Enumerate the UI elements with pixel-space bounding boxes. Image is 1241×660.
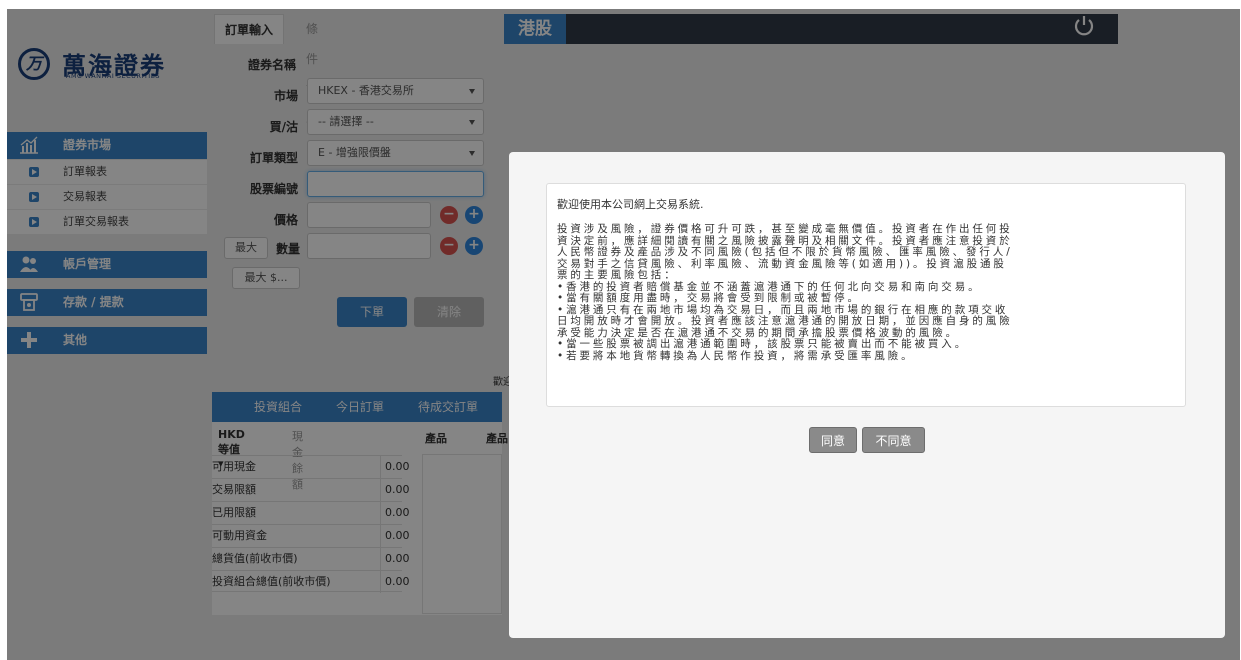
disclaimer-modal: 歡迎使用本公司網上交易系統. 投資涉及風險，證券價格可升可跌，甚至變成毫無價值。… — [509, 152, 1225, 638]
disclaimer-line: •當一些股票被調出滬港通範圍時，該股票只能被賣出而不能被買入。 — [557, 338, 969, 350]
disclaimer-line: 票的主要風險包括： — [557, 269, 678, 281]
disclaimer-line: 日均開放時才會開放。投資者應該注意滬港通的開放日期，並因應自身的風險 — [557, 315, 1013, 327]
disclaimer-text-box: 歡迎使用本公司網上交易系統. 投資涉及風險，證券價格可升可跌，甚至變成毫無價值。… — [546, 183, 1186, 407]
disclaimer-line: 人民幣證券及產品涉及不同風險(包括但不限於貨幣風險、匯率風險、發行人/ — [557, 246, 1013, 258]
disagree-button[interactable]: 不同意 — [862, 427, 925, 453]
disclaimer-body: 投資涉及風險，證券價格可升可跌，甚至變成毫無價值。投資者在作出任何投 資決定前，… — [557, 223, 1175, 362]
agree-button[interactable]: 同意 — [809, 427, 857, 453]
disclaimer-intro: 歡迎使用本公司網上交易系統. — [557, 198, 704, 211]
disclaimer-line: 投資涉及風險，證券價格可升可跌，甚至變成毫無價值。投資者在作出任何投 — [557, 223, 1013, 235]
disclaimer-line: •當有關額度用盡時，交易將會受到限制或被暫停。 — [557, 292, 861, 304]
disclaimer-line: •若要將本地貨幣轉換為人民幣作投資，將需承受匯率風險。 — [557, 349, 915, 362]
